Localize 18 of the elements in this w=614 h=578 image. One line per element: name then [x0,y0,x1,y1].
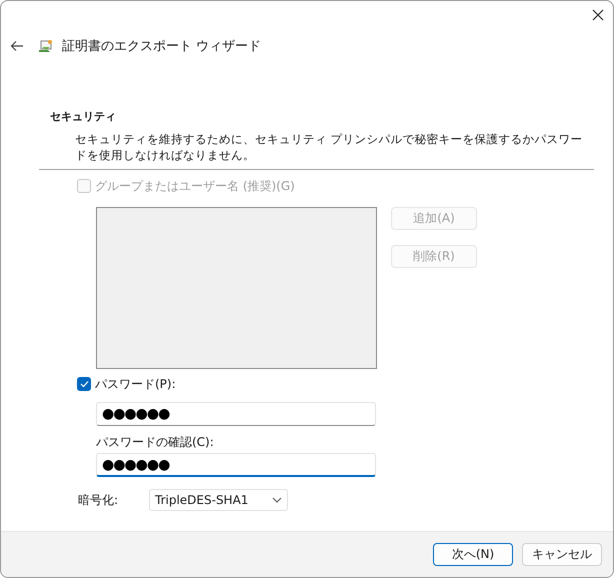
certificate-icon [38,38,54,54]
checkbox[interactable] [77,377,91,391]
checkbox-label: パスワード(P): [95,376,176,392]
confirm-label: パスワードの確認(C): [96,434,215,450]
encryption-dropdown[interactable]: TripleDES-SHA1 [149,489,288,511]
checkmark-icon [80,380,88,388]
footer-button[interactable]: 次へ(N) [433,543,513,566]
footer-button[interactable]: キャンセル [522,543,602,566]
checkbox-label: グループまたはユーザー名 (推奨)(G) [95,178,295,194]
password-field[interactable]: ●●●●●● [96,402,376,426]
section-heading: セキュリティ [50,109,117,124]
section-description: セキュリティを維持するために、セキュリティ プリンシパルで秘密キーを保護するかパスワードを使用しなければなりません。 [75,131,584,163]
encryption-label: 暗号化: [78,492,120,508]
window-title: 証明書のエクスポート ウィザード [62,38,262,55]
password-field[interactable]: ●●●●●● [96,453,376,477]
back-arrow-icon[interactable] [10,40,24,52]
chevron-down-icon [272,497,282,503]
close-icon[interactable] [592,9,604,21]
